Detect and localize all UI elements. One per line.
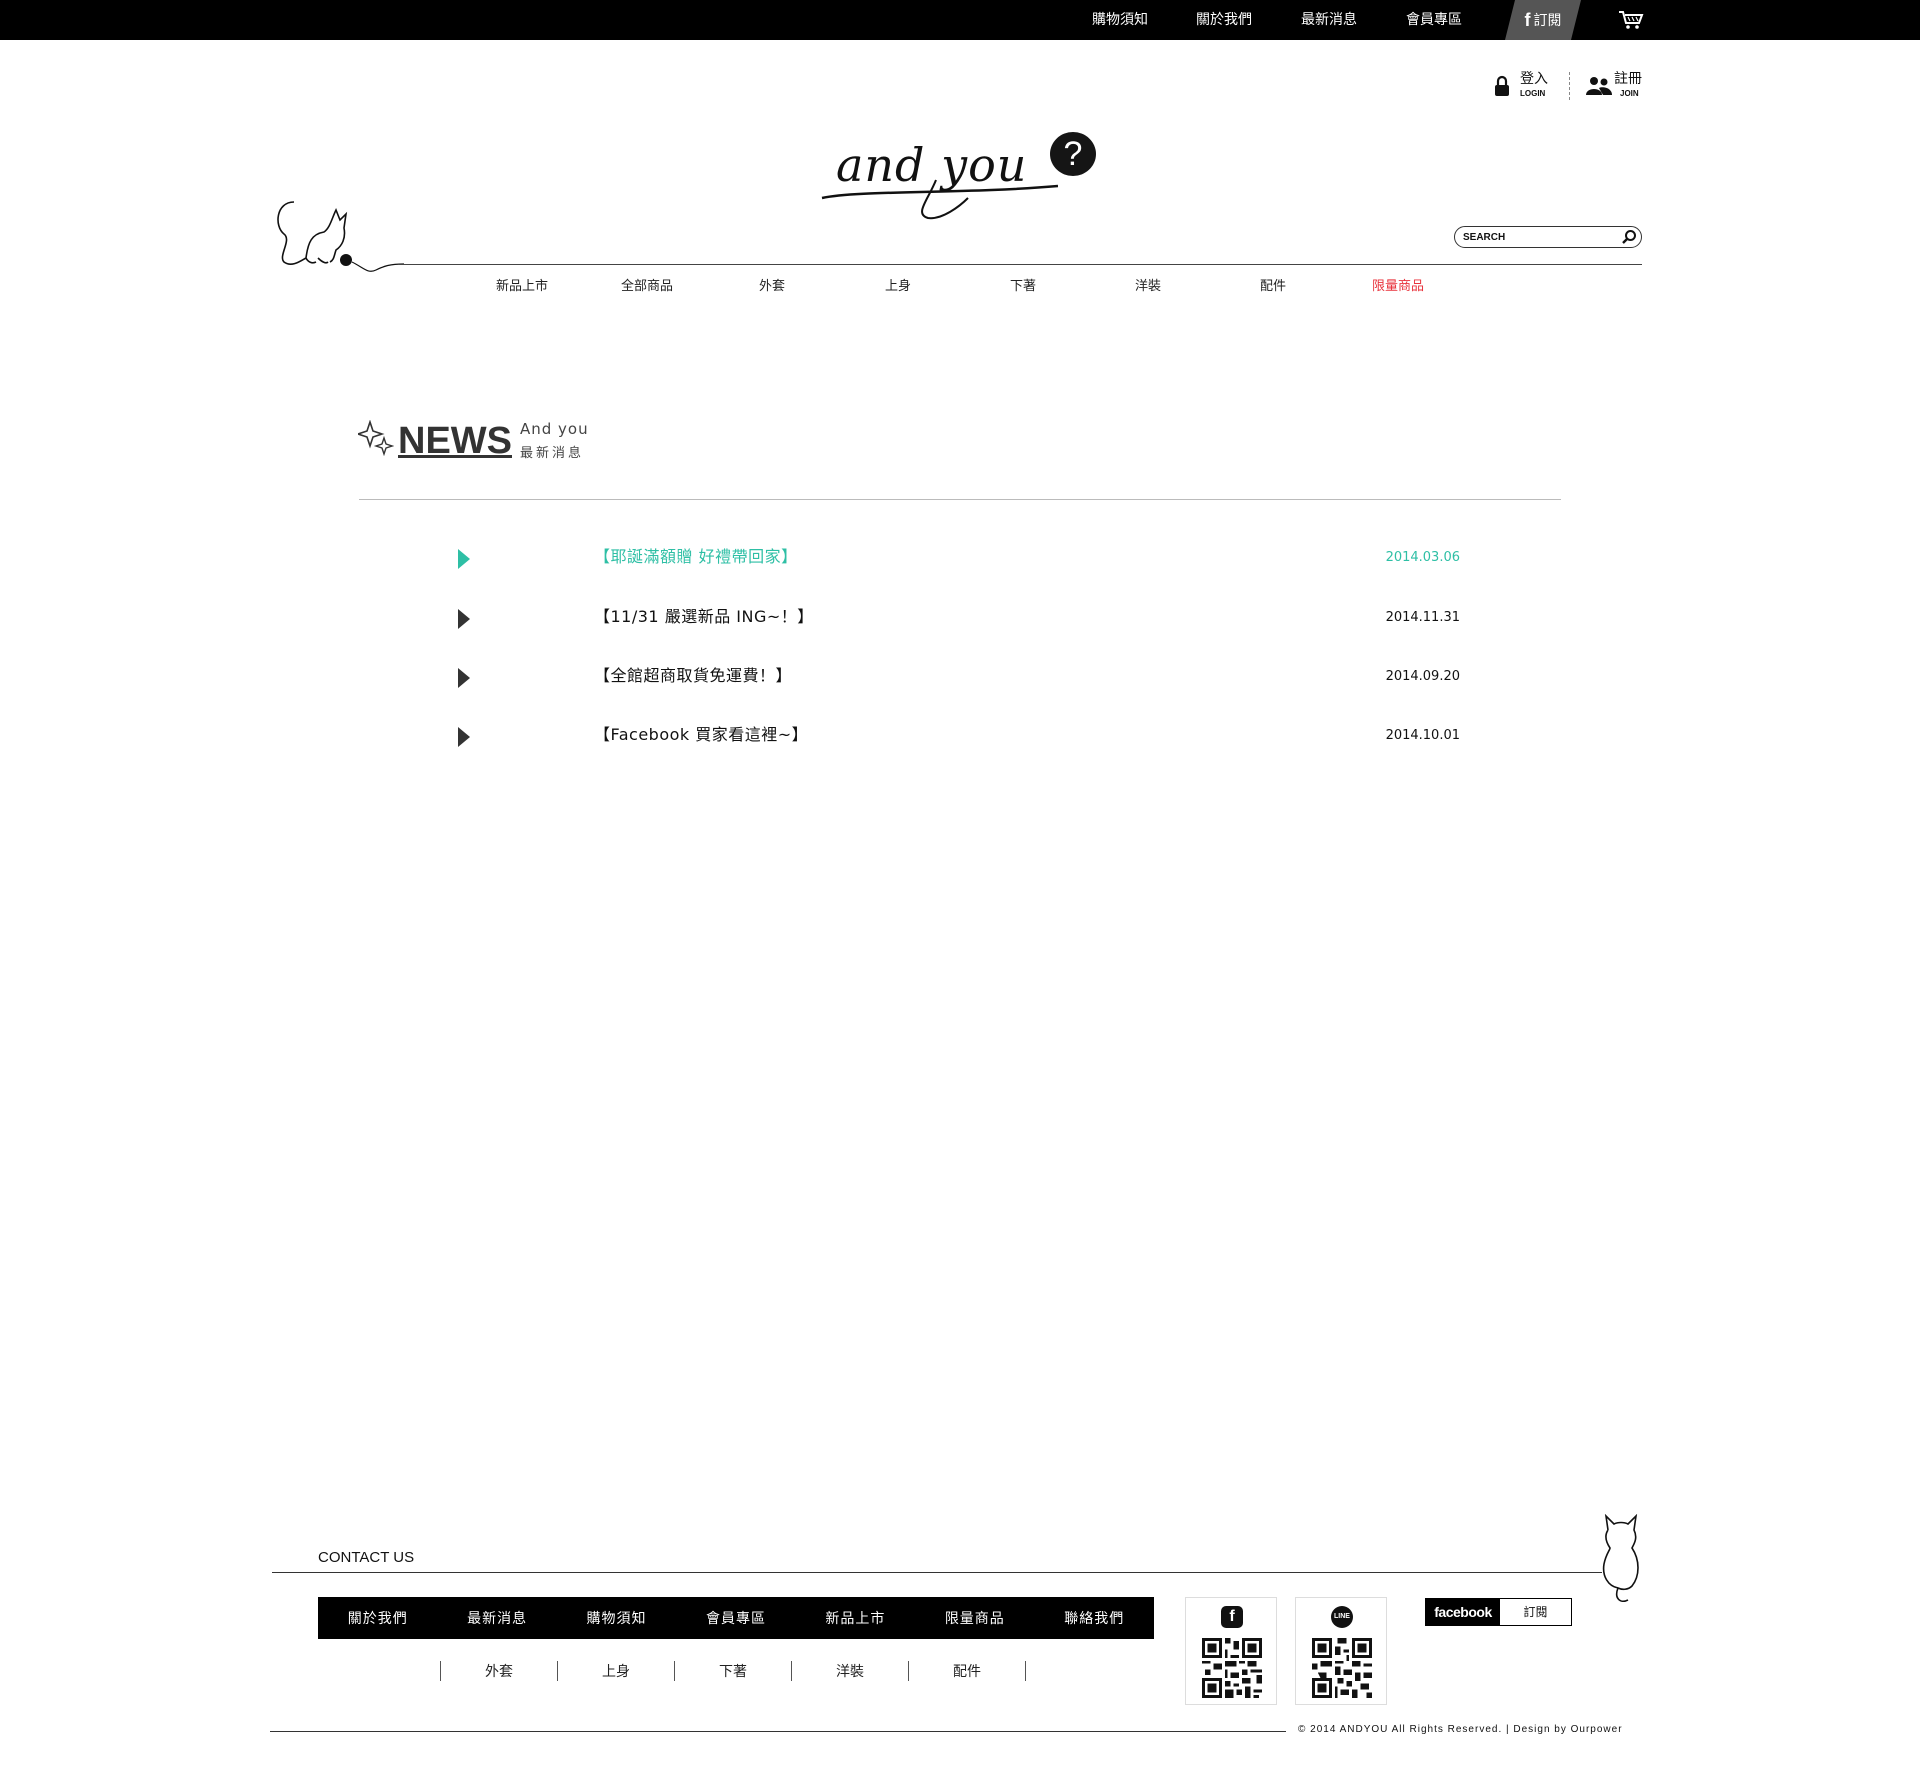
footer-subnav-tops[interactable]: 上身 <box>558 1661 674 1681</box>
news-item-date: 2014.03.06 <box>1385 550 1460 565</box>
page-title: NEWS <box>398 420 512 462</box>
line-icon: LINE <box>1331 1606 1353 1628</box>
logo-swash <box>821 179 1058 220</box>
arrow-right-icon <box>458 668 470 688</box>
subnav-separator <box>1025 1661 1026 1681</box>
sitting-cat-icon <box>1602 1514 1639 1603</box>
nav-limited[interactable]: 限量商品 <box>1358 278 1438 296</box>
cat-illustration <box>277 201 404 272</box>
footer-subnav: 外套 上身 下著 洋裝 配件 <box>440 1660 1026 1682</box>
footer-subnav-outerwear[interactable]: 外套 <box>441 1661 557 1681</box>
login-label: 登入 <box>1520 71 1548 87</box>
footer-nav-limited[interactable]: 限量商品 <box>915 1608 1034 1628</box>
search-input[interactable] <box>1463 227 1613 247</box>
header-divider <box>398 264 1642 265</box>
qr-code <box>1202 1638 1262 1698</box>
footer-subnav-accessories[interactable]: 配件 <box>909 1661 1025 1681</box>
topnav-latest-news[interactable]: 最新消息 <box>1289 0 1369 40</box>
login-link[interactable]: 登入 LOGIN <box>1494 71 1552 101</box>
news-item-date: 2014.09.20 <box>1385 669 1460 684</box>
nav-tops[interactable]: 上身 <box>858 278 938 296</box>
nav-dresses[interactable]: 洋裝 <box>1108 278 1188 296</box>
nav-all-products[interactable]: 全部商品 <box>607 278 687 296</box>
news-item-title: 【耶誕滿額贈 好禮帶回家】 <box>594 547 798 566</box>
news-item-title: 【Facebook 買家看這裡~】 <box>594 725 809 744</box>
qr-code <box>1312 1638 1372 1698</box>
facebook-qr-card[interactable]: f <box>1185 1597 1277 1705</box>
news-item-date: 2014.11.31 <box>1385 610 1460 625</box>
line-qr-card[interactable]: LINE <box>1295 1597 1387 1705</box>
lock-icon <box>1495 75 1509 96</box>
join-link[interactable]: 註冊 JOIN <box>1586 71 1646 101</box>
footer-subnav-dresses[interactable]: 洋裝 <box>792 1661 908 1681</box>
topnav-about-us[interactable]: 關於我們 <box>1184 0 1264 40</box>
cart-icon[interactable] <box>1618 10 1644 30</box>
footer-divider <box>272 1572 1602 1573</box>
page-subtitle-zh: 最新消息 <box>520 446 585 461</box>
brand-logo[interactable]: and you ? <box>818 130 1102 222</box>
nav-new-arrivals[interactable]: 新品上市 <box>482 278 562 296</box>
footer-nav-new-arrivals[interactable]: 新品上市 <box>796 1608 915 1628</box>
topnav-shopping-guide[interactable]: 購物須知 <box>1080 0 1160 40</box>
facebook-logo: facebook <box>1426 1599 1500 1625</box>
account-divider <box>1569 72 1570 100</box>
news-item-title: 【11/31 嚴選新品 ING~！】 <box>594 607 814 626</box>
footer-nav: 關於我們 最新消息 購物須知 會員專區 新品上市 限量商品 聯絡我們 <box>318 1597 1154 1639</box>
contact-us-heading: CONTACT US <box>318 1549 415 1566</box>
footer-nav-contact-us[interactable]: 聯絡我們 <box>1035 1608 1154 1628</box>
footer-nav-member-area[interactable]: 會員專區 <box>676 1608 795 1628</box>
footer-nav-shopping-guide[interactable]: 購物須知 <box>557 1608 676 1628</box>
users-icon <box>1586 77 1612 95</box>
nav-bottoms[interactable]: 下著 <box>983 278 1063 296</box>
nav-accessories[interactable]: 配件 <box>1233 278 1313 296</box>
login-sub-label: LOGIN <box>1520 89 1546 98</box>
news-item[interactable]: 【耶誕滿額贈 好禮帶回家】 2014.03.06 <box>450 537 1470 577</box>
footer-nav-about-us[interactable]: 關於我們 <box>318 1608 437 1628</box>
join-sub-label: JOIN <box>1620 89 1639 98</box>
news-item[interactable]: 【Facebook 買家看這裡~】 2014.10.01 <box>450 715 1470 755</box>
sparkle-icon <box>358 420 394 456</box>
logo-question-bubble: ? <box>1050 132 1096 176</box>
news-item[interactable]: 【11/31 嚴選新品 ING~！】 2014.11.31 <box>450 597 1470 637</box>
facebook-subscribe-label: 訂閱 <box>1533 13 1562 29</box>
news-item[interactable]: 【全館超商取貨免運費！】 2014.09.20 <box>450 656 1470 696</box>
topnav-member-area[interactable]: 會員專區 <box>1394 0 1474 40</box>
facebook-subscribe-banner[interactable]: facebook 訂閱 <box>1425 1598 1572 1626</box>
search-icon[interactable] <box>1621 229 1637 245</box>
facebook-icon: f <box>1524 9 1531 30</box>
footer-nav-latest-news[interactable]: 最新消息 <box>437 1608 556 1628</box>
facebook-subscribe-button[interactable]: f 訂閱 <box>1505 0 1581 40</box>
facebook-subscribe-label: 訂閱 <box>1523 1605 1548 1619</box>
page-subtitle-en: And you <box>520 420 589 438</box>
top-bar: 購物須知 關於我們 最新消息 會員專區 f 訂閱 <box>0 0 1920 40</box>
arrow-right-icon <box>458 727 470 747</box>
bottom-divider <box>270 1731 1286 1732</box>
news-item-date: 2014.10.01 <box>1385 728 1460 743</box>
news-divider <box>359 499 1561 500</box>
facebook-icon: f <box>1221 1606 1243 1628</box>
copyright-text: © 2014 ANDYOU All Rights Reserved. | Des… <box>1298 1724 1623 1735</box>
footer-subnav-bottoms[interactable]: 下著 <box>675 1661 791 1681</box>
search-box <box>1454 226 1642 248</box>
join-label: 註冊 <box>1614 71 1642 87</box>
nav-outerwear[interactable]: 外套 <box>732 278 812 296</box>
arrow-right-icon <box>458 549 470 569</box>
arrow-right-icon <box>458 609 470 629</box>
news-item-title: 【全館超商取貨免運費！】 <box>594 666 793 685</box>
